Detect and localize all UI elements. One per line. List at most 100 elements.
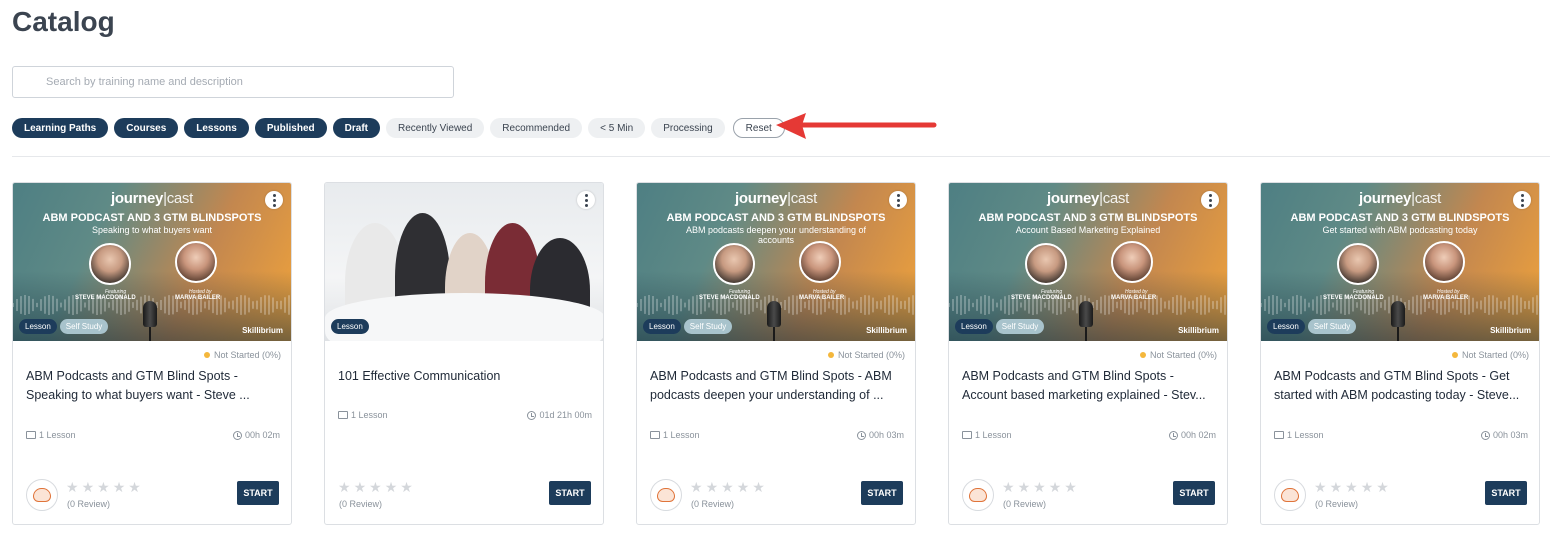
filter-chip-courses[interactable]: Courses xyxy=(114,118,179,138)
search-box[interactable] xyxy=(12,66,454,98)
star-icon[interactable]: ★ xyxy=(369,479,382,496)
star-icon[interactable]: ★ xyxy=(706,479,719,496)
filter-chip-learning-paths[interactable]: Learning Paths xyxy=(12,118,109,138)
host-name: MARVA BAILER xyxy=(175,295,221,301)
author-avatar[interactable] xyxy=(650,479,682,511)
star-icon[interactable]: ★ xyxy=(128,479,141,496)
star-icon[interactable]: ★ xyxy=(400,479,413,496)
filter-chip-recently-viewed[interactable]: Recently Viewed xyxy=(385,118,485,138)
course-card[interactable]: journey|cast ABM PODCAST AND 3 GTM BLINDS… xyxy=(636,182,916,525)
card-thumbnail[interactable]: journey|cast ABM PODCAST AND 3 GTM BLINDS… xyxy=(637,183,915,341)
rating-stars[interactable]: ★ ★ ★ ★ ★ xyxy=(1002,479,1077,496)
thumbnail-subtitle: ABM podcasts deepen your understanding o… xyxy=(685,225,867,245)
more-options-icon[interactable] xyxy=(577,191,595,209)
rating-stars[interactable]: ★ ★ ★ ★ ★ xyxy=(1314,479,1389,496)
star-icon[interactable]: ★ xyxy=(66,479,79,496)
journeycast-logo: journey|cast xyxy=(1261,190,1539,207)
filter-chip-recommended[interactable]: Recommended xyxy=(490,118,583,138)
clock-icon xyxy=(1168,430,1178,440)
course-card[interactable]: journey|cast ABM PODCAST AND 3 GTM BLINDS… xyxy=(12,182,292,525)
rating-stars[interactable]: ★ ★ ★ ★ ★ xyxy=(690,479,765,496)
filter-chip-lessons[interactable]: Lessons xyxy=(184,118,249,138)
guest-photo xyxy=(1337,243,1379,285)
filter-chip-processing[interactable]: Processing xyxy=(651,118,725,138)
star-icon[interactable]: ★ xyxy=(113,479,126,496)
clock-icon xyxy=(232,430,242,440)
host-photo xyxy=(1111,241,1153,283)
more-options-icon[interactable] xyxy=(265,191,283,209)
type-badge: Lesson xyxy=(955,319,993,334)
star-icon[interactable]: ★ xyxy=(82,479,95,496)
search-input[interactable] xyxy=(13,67,453,97)
more-options-icon[interactable] xyxy=(1201,191,1219,209)
brand-right: cast xyxy=(166,190,194,207)
dot xyxy=(584,193,588,197)
filter-chip-published[interactable]: Published xyxy=(254,118,327,138)
star-icon[interactable]: ★ xyxy=(338,479,351,496)
card-title[interactable]: ABM Podcasts and GTM Blind Spots - ABM p… xyxy=(650,367,902,405)
author-avatar[interactable] xyxy=(1274,479,1306,511)
status-text: Not Started (0%) xyxy=(837,350,905,360)
start-button[interactable]: START xyxy=(237,481,279,505)
card-badges: Lesson Self Study xyxy=(19,319,109,334)
star-icon[interactable]: ★ xyxy=(1033,479,1046,496)
clock-icon xyxy=(527,410,537,420)
more-options-icon[interactable] xyxy=(889,191,907,209)
star-icon[interactable]: ★ xyxy=(1376,479,1389,496)
thumbnail-title: ABM PODCAST AND 3 GTM BLINDSPOTS xyxy=(666,212,886,224)
star-icon[interactable]: ★ xyxy=(1330,479,1343,496)
microphone-graphic xyxy=(767,301,781,341)
star-icon[interactable]: ★ xyxy=(737,479,750,496)
thumbnail-subtitle: Get started with ABM podcasting today xyxy=(1322,225,1478,235)
filter-chip-5-min[interactable]: < 5 Min xyxy=(588,118,646,138)
star-icon[interactable]: ★ xyxy=(1064,479,1077,496)
dot xyxy=(272,203,276,207)
rating-stars[interactable]: ★ ★ ★ ★ ★ xyxy=(338,479,413,496)
rating-stars[interactable]: ★ ★ ★ ★ ★ xyxy=(66,479,141,496)
lesson-count: 1 Lesson xyxy=(1274,430,1324,440)
guest-photo xyxy=(713,243,755,285)
author-avatar[interactable] xyxy=(26,479,58,511)
star-icon[interactable]: ★ xyxy=(1345,479,1358,496)
star-icon[interactable]: ★ xyxy=(1361,479,1374,496)
star-icon[interactable]: ★ xyxy=(721,479,734,496)
star-icon[interactable]: ★ xyxy=(354,479,367,496)
star-icon[interactable]: ★ xyxy=(97,479,110,496)
start-button[interactable]: START xyxy=(861,481,903,505)
dot xyxy=(584,203,588,207)
author-avatar[interactable] xyxy=(962,479,994,511)
course-card[interactable]: Lesson 101 Effective Communication 1 Lesso… xyxy=(324,182,604,525)
duration: 00h 03m xyxy=(856,430,904,440)
card-thumbnail[interactable]: Lesson xyxy=(325,183,603,341)
card-badges: Lesson xyxy=(331,319,369,334)
card-thumbnail[interactable]: journey|cast ABM PODCAST AND 3 GTM BLINDS… xyxy=(1261,183,1539,341)
status-dot xyxy=(1139,352,1146,358)
card-title[interactable]: ABM Podcasts and GTM Blind Spots - Get s… xyxy=(1274,367,1526,405)
host-name: MARVA BAILER xyxy=(1111,295,1157,301)
star-icon[interactable]: ★ xyxy=(1002,479,1015,496)
brand-right: cast xyxy=(1414,190,1442,207)
filter-chip-draft[interactable]: Draft xyxy=(332,118,380,138)
star-icon[interactable]: ★ xyxy=(752,479,765,496)
star-icon[interactable]: ★ xyxy=(1049,479,1062,496)
card-title[interactable]: ABM Podcasts and GTM Blind Spots - Speak… xyxy=(26,367,278,405)
star-icon[interactable]: ★ xyxy=(1018,479,1031,496)
more-options-icon[interactable] xyxy=(1513,191,1531,209)
card-thumbnail[interactable]: journey|cast ABM PODCAST AND 3 GTM BLINDS… xyxy=(13,183,291,341)
card-thumbnail[interactable]: journey|cast ABM PODCAST AND 3 GTM BLINDS… xyxy=(949,183,1227,341)
dot xyxy=(1208,193,1212,197)
lesson-icon xyxy=(338,411,348,419)
card-meta: 1 Lesson 01d 21h 00m xyxy=(338,410,592,420)
star-icon[interactable]: ★ xyxy=(1314,479,1327,496)
start-button[interactable]: START xyxy=(1173,481,1215,505)
course-card[interactable]: journey|cast ABM PODCAST AND 3 GTM BLINDS… xyxy=(1260,182,1540,525)
journeycast-logo: journey|cast xyxy=(949,190,1227,207)
card-title[interactable]: 101 Effective Communication xyxy=(338,367,590,405)
card-meta: 1 Lesson 00h 02m xyxy=(962,430,1216,440)
start-button[interactable]: START xyxy=(549,481,591,505)
card-title[interactable]: ABM Podcasts and GTM Blind Spots - Accou… xyxy=(962,367,1214,405)
star-icon[interactable]: ★ xyxy=(690,479,703,496)
course-card[interactable]: journey|cast ABM PODCAST AND 3 GTM BLINDS… xyxy=(948,182,1228,525)
start-button[interactable]: START xyxy=(1485,481,1527,505)
star-icon[interactable]: ★ xyxy=(385,479,398,496)
